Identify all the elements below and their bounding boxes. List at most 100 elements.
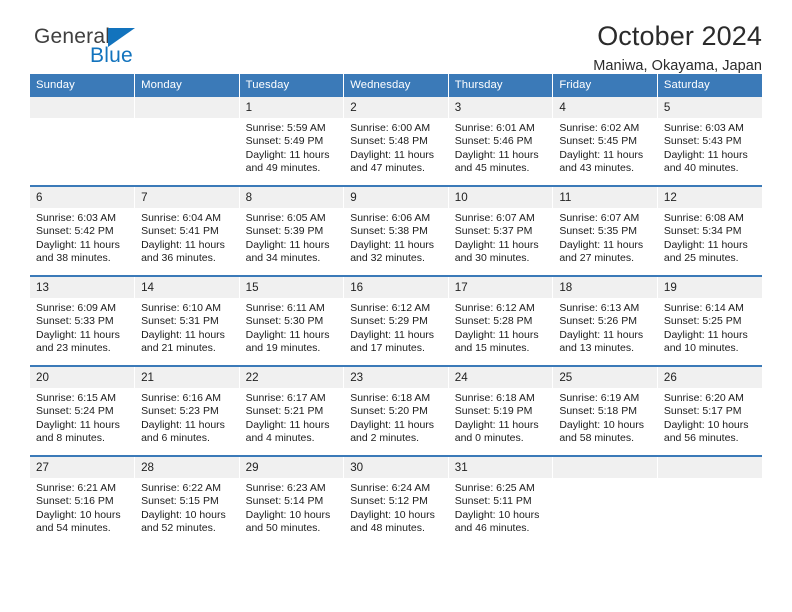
day-detail-line: Sunset: 5:35 PM: [559, 225, 637, 238]
calendar-day-cell[interactable]: 28 Sunrise: 6:22 AM Sunset: 5:15 PM Dayligh…: [134, 455, 240, 545]
calendar-day-cell[interactable]: 8 Sunrise: 6:05 AM Sunset: 5:39 PM Daylight…: [239, 185, 345, 276]
day-detail-line: Sunset: 5:14 PM: [245, 495, 324, 508]
day-details: Sunrise: 6:24 AM Sunset: 5:12 PM Daylight:…: [344, 478, 448, 536]
calendar-day-cell[interactable]: 6 Sunrise: 6:03 AM Sunset: 5:42 PM Daylight…: [30, 185, 136, 276]
day-detail-line: Sunrise: 6:03 AM: [663, 122, 744, 134]
day-number: 24: [448, 367, 553, 388]
day-detail-line: Sunrise: 6:16 AM: [141, 392, 222, 404]
title-block: October 2024 Maniwa, Okayama, Japan: [593, 21, 762, 75]
day-detail-line: Sunrise: 6:21 AM: [36, 482, 116, 494]
day-detail-line: Daylight: 10 hours: [141, 508, 226, 521]
calendar-day-cell[interactable]: 4 Sunrise: 6:02 AM Sunset: 5:45 PM Daylight…: [552, 97, 658, 186]
calendar-day-cell[interactable]: 31 Sunrise: 6:25 AM Sunset: 5:11 PM Dayligh…: [448, 455, 554, 545]
calendar-day-cell[interactable]: 2 Sunrise: 6:00 AM Sunset: 5:48 PM Daylight…: [343, 97, 449, 186]
day-detail-line: Daylight: 11 hours: [245, 148, 330, 161]
day-detail-line: Sunrise: 6:07 AM: [454, 212, 535, 224]
day-detail-line: Sunrise: 6:02 AM: [559, 122, 640, 134]
day-detail-line: Daylight: 10 hours: [245, 508, 331, 521]
day-number: 16: [344, 277, 448, 298]
calendar-day-cell[interactable]: 1 Sunrise: 5:59 AM Sunset: 5:49 PM Daylight…: [239, 97, 345, 186]
day-number: 26: [657, 367, 762, 388]
day-detail-line: Daylight: 11 hours: [454, 418, 539, 431]
day-details: Sunrise: 5:59 AM Sunset: 5:49 PM Daylight:…: [240, 118, 344, 176]
calendar-day-cell[interactable]: 7 Sunrise: 6:04 AM Sunset: 5:41 PM Daylight…: [134, 185, 240, 276]
day-detail-line: Daylight: 11 hours: [245, 328, 330, 341]
day-detail-line: Sunset: 5:26 PM: [559, 315, 637, 328]
calendar-day-cell[interactable]: 26 Sunrise: 6:20 AM Sunset: 5:17 PM Dayligh…: [657, 365, 762, 456]
page-header: General Blue October 2024 Maniwa, Okayam…: [30, 0, 762, 74]
calendar-day-cell[interactable]: 16 Sunrise: 6:12 AM Sunset: 5:29 PM Dayligh…: [343, 275, 449, 366]
day-number: 19: [657, 277, 762, 298]
calendar-day-cell[interactable]: 29 Sunrise: 6:23 AM Sunset: 5:14 PM Dayligh…: [239, 455, 345, 545]
day-detail-line: Sunrise: 6:12 AM: [350, 302, 431, 314]
day-detail-line: Sunrise: 6:07 AM: [559, 212, 640, 224]
day-detail-line: Sunset: 5:20 PM: [350, 405, 428, 418]
day-detail-line: and 17 minutes.: [350, 342, 425, 355]
day-detail-line: and 6 minutes.: [141, 432, 210, 445]
calendar-day-cell[interactable]: 12 Sunrise: 6:08 AM Sunset: 5:34 PM Dayligh…: [657, 185, 762, 276]
calendar-day-cell[interactable]: 11 Sunrise: 6:07 AM Sunset: 5:35 PM Dayligh…: [552, 185, 658, 276]
day-number: [30, 97, 135, 118]
day-number: 2: [344, 97, 448, 118]
day-detail-line: and 19 minutes.: [245, 342, 321, 355]
day-details: Sunrise: 6:17 AM Sunset: 5:21 PM Daylight:…: [240, 388, 344, 446]
day-number: 23: [344, 367, 448, 388]
calendar-day-cell[interactable]: 3 Sunrise: 6:01 AM Sunset: 5:46 PM Daylight…: [448, 97, 554, 186]
day-detail-line: Sunset: 5:33 PM: [36, 315, 114, 328]
day-number: 27: [30, 457, 135, 478]
calendar-day-cell[interactable]: 24 Sunrise: 6:18 AM Sunset: 5:19 PM Dayligh…: [448, 365, 554, 456]
day-detail-line: Sunset: 5:24 PM: [36, 405, 114, 418]
calendar-day-cell[interactable]: 21 Sunrise: 6:16 AM Sunset: 5:23 PM Dayligh…: [134, 365, 240, 456]
day-detail-line: Daylight: 11 hours: [36, 418, 120, 431]
day-detail-line: Sunset: 5:25 PM: [663, 315, 742, 328]
calendar-day-cell[interactable]: 23 Sunrise: 6:18 AM Sunset: 5:20 PM Dayligh…: [343, 365, 449, 456]
day-detail-line: Sunrise: 6:06 AM: [350, 212, 431, 224]
day-detail-line: and 54 minutes.: [36, 522, 111, 535]
day-number: 15: [239, 277, 344, 298]
calendar-day-cell[interactable]: 5 Sunrise: 6:03 AM Sunset: 5:43 PM Daylight…: [657, 97, 762, 186]
day-detail-line: and 13 minutes.: [559, 342, 635, 355]
day-detail-line: Sunset: 5:48 PM: [350, 135, 428, 148]
calendar-day-cell[interactable]: 20 Sunrise: 6:15 AM Sunset: 5:24 PM Dayligh…: [30, 365, 136, 456]
day-detail-line: Daylight: 11 hours: [663, 328, 748, 341]
calendar-day-cell[interactable]: 19 Sunrise: 6:14 AM Sunset: 5:25 PM Dayligh…: [657, 275, 762, 366]
calendar-day-cell[interactable]: 30 Sunrise: 6:24 AM Sunset: 5:12 PM Dayligh…: [343, 455, 449, 545]
day-number: 20: [30, 367, 135, 388]
day-number: 3: [448, 97, 553, 118]
calendar-day-cell[interactable]: 10 Sunrise: 6:07 AM Sunset: 5:37 PM Dayligh…: [448, 185, 554, 276]
day-detail-line: Daylight: 11 hours: [36, 328, 120, 341]
day-details: Sunrise: 6:16 AM Sunset: 5:23 PM Daylight:…: [135, 388, 239, 446]
day-detail-line: Daylight: 11 hours: [36, 238, 120, 251]
calendar-day-cell[interactable]: 17 Sunrise: 6:12 AM Sunset: 5:28 PM Dayligh…: [448, 275, 554, 366]
day-detail-line: Sunrise: 6:23 AM: [245, 482, 326, 494]
day-detail-line: Sunset: 5:29 PM: [350, 315, 428, 328]
calendar-day-cell-empty: [552, 455, 658, 545]
day-details: Sunrise: 6:03 AM Sunset: 5:43 PM Daylight:…: [658, 118, 762, 176]
day-number: 10: [448, 187, 553, 208]
calendar-day-cell[interactable]: 9 Sunrise: 6:06 AM Sunset: 5:38 PM Daylight…: [343, 185, 449, 276]
day-detail-line: and 0 minutes.: [454, 432, 524, 445]
page-subtitle: Maniwa, Okayama, Japan: [593, 58, 762, 75]
day-details: Sunrise: 6:25 AM Sunset: 5:11 PM Daylight:…: [449, 478, 553, 536]
calendar-day-cell[interactable]: 15 Sunrise: 6:11 AM Sunset: 5:30 PM Dayligh…: [239, 275, 345, 366]
day-detail-line: Sunrise: 6:25 AM: [454, 482, 535, 494]
calendar-day-cell[interactable]: 22 Sunrise: 6:17 AM Sunset: 5:21 PM Dayligh…: [239, 365, 345, 456]
calendar-day-cell[interactable]: 25 Sunrise: 6:19 AM Sunset: 5:18 PM Dayligh…: [552, 365, 658, 456]
calendar-day-cell[interactable]: 18 Sunrise: 6:13 AM Sunset: 5:26 PM Dayligh…: [552, 275, 658, 366]
calendar-day-cell[interactable]: 27 Sunrise: 6:21 AM Sunset: 5:16 PM Dayligh…: [30, 455, 136, 545]
day-details: Sunrise: 6:04 AM Sunset: 5:41 PM Daylight:…: [135, 208, 239, 266]
day-detail-line: Sunset: 5:39 PM: [245, 225, 324, 238]
weekday-header-thursday: Thursday: [448, 74, 554, 97]
day-detail-line: and 4 minutes.: [245, 432, 315, 445]
calendar-day-cell[interactable]: 14 Sunrise: 6:10 AM Sunset: 5:31 PM Dayligh…: [134, 275, 240, 366]
day-detail-line: Sunrise: 6:14 AM: [663, 302, 744, 314]
calendar-day-cell[interactable]: 13 Sunrise: 6:09 AM Sunset: 5:33 PM Dayligh…: [30, 275, 136, 366]
calendar-body: 1 Sunrise: 5:59 AM Sunset: 5:49 PM Daylight…: [30, 97, 762, 545]
day-detail-line: Sunset: 5:46 PM: [454, 135, 533, 148]
day-detail-line: and 23 minutes.: [36, 342, 111, 355]
day-detail-line: Sunset: 5:34 PM: [663, 225, 742, 238]
brand-logo[interactable]: General Blue: [30, 26, 230, 74]
day-detail-line: and 8 minutes.: [36, 432, 105, 445]
day-detail-line: and 32 minutes.: [350, 252, 425, 265]
day-detail-line: Sunset: 5:28 PM: [454, 315, 533, 328]
